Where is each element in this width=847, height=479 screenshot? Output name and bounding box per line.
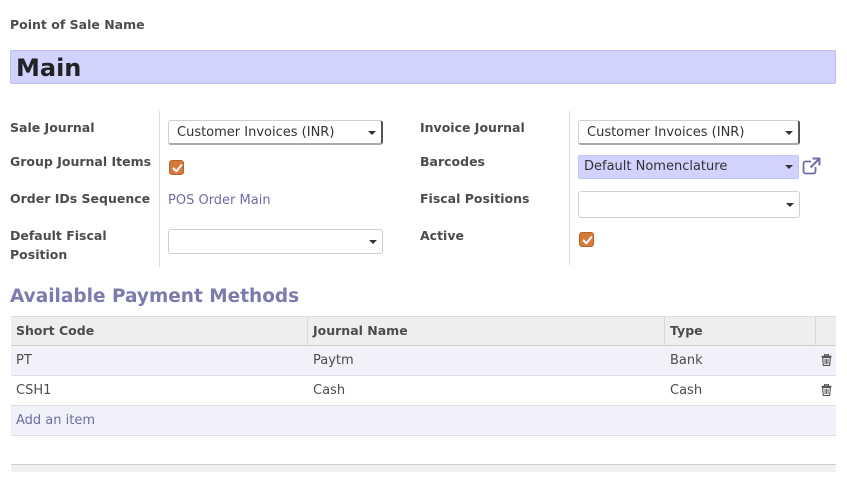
fiscal-label-line-1: Default Fiscal	[10, 228, 107, 243]
column-separator	[815, 317, 816, 345]
table-header: Short Code Journal Name Type	[11, 316, 836, 346]
header-type[interactable]: Type	[670, 317, 703, 345]
header-journal-name[interactable]: Journal Name	[313, 317, 408, 345]
sale-journal-label: Sale Journal	[10, 120, 95, 135]
sale-journal-select[interactable]: Customer Invoices (INR)	[168, 120, 383, 145]
barcodes-label: Barcodes	[420, 154, 485, 169]
invoice-journal-value: Customer Invoices (INR)	[587, 125, 745, 140]
row-journal-name: Cash	[313, 383, 346, 398]
order-seq-link[interactable]: POS Order Main	[168, 191, 271, 210]
barcodes-select[interactable]: Default Nomenclature	[578, 155, 799, 179]
check-icon	[582, 236, 593, 245]
row-type: Cash	[670, 383, 703, 398]
table-row[interactable]: CSH1 Cash Cash	[11, 376, 836, 406]
invoice-journal-select[interactable]: Customer Invoices (INR)	[578, 120, 800, 145]
default-fiscal-position-select[interactable]	[168, 229, 383, 254]
row-journal-name: Paytm	[313, 353, 354, 368]
table-row[interactable]: PT Paytm Bank	[11, 346, 836, 376]
group-journal-label: Group Journal Items	[10, 154, 152, 169]
column-separator	[307, 317, 308, 345]
add-item-row: Add an item	[11, 406, 836, 436]
external-link-icon[interactable]	[802, 157, 821, 180]
row-short-code: PT	[16, 353, 32, 368]
footer-bar	[11, 464, 836, 472]
group-journal-checkbox[interactable]	[169, 160, 184, 175]
column-separator	[664, 317, 665, 345]
pos-name-input[interactable]: Main	[10, 50, 836, 84]
right-column-divider	[569, 111, 570, 265]
active-label: Active	[420, 228, 464, 243]
barcodes-value: Default Nomenclature	[584, 159, 728, 174]
fiscal-positions-select[interactable]	[578, 191, 800, 218]
row-short-code: CSH1	[16, 383, 52, 398]
default-fiscal-position-label: Default Fiscal Position	[10, 226, 107, 264]
caret-down-icon	[785, 131, 793, 135]
invoice-journal-label: Invoice Journal	[420, 120, 525, 135]
caret-down-icon	[369, 240, 377, 244]
sale-journal-value: Customer Invoices (INR)	[177, 125, 335, 140]
row-type: Bank	[670, 353, 703, 368]
payment-methods-table: Short Code Journal Name Type PT Paytm Ba…	[11, 316, 836, 436]
trash-icon[interactable]	[821, 383, 832, 400]
add-item-link[interactable]: Add an item	[16, 406, 95, 435]
payment-methods-title: Available Payment Methods	[10, 286, 300, 307]
fiscal-positions-label: Fiscal Positions	[420, 191, 530, 206]
caret-down-icon	[368, 131, 376, 135]
fiscal-label-line-2: Position	[10, 247, 68, 262]
left-column-divider	[159, 111, 160, 267]
trash-icon[interactable]	[821, 353, 832, 370]
header-short-code[interactable]: Short Code	[16, 317, 94, 345]
pos-name-label: Point of Sale Name	[10, 17, 145, 32]
active-checkbox[interactable]	[579, 232, 594, 247]
caret-down-icon	[786, 203, 794, 207]
order-seq-label: Order IDs Sequence	[10, 191, 151, 206]
check-icon	[172, 164, 183, 173]
caret-down-icon	[785, 165, 793, 169]
